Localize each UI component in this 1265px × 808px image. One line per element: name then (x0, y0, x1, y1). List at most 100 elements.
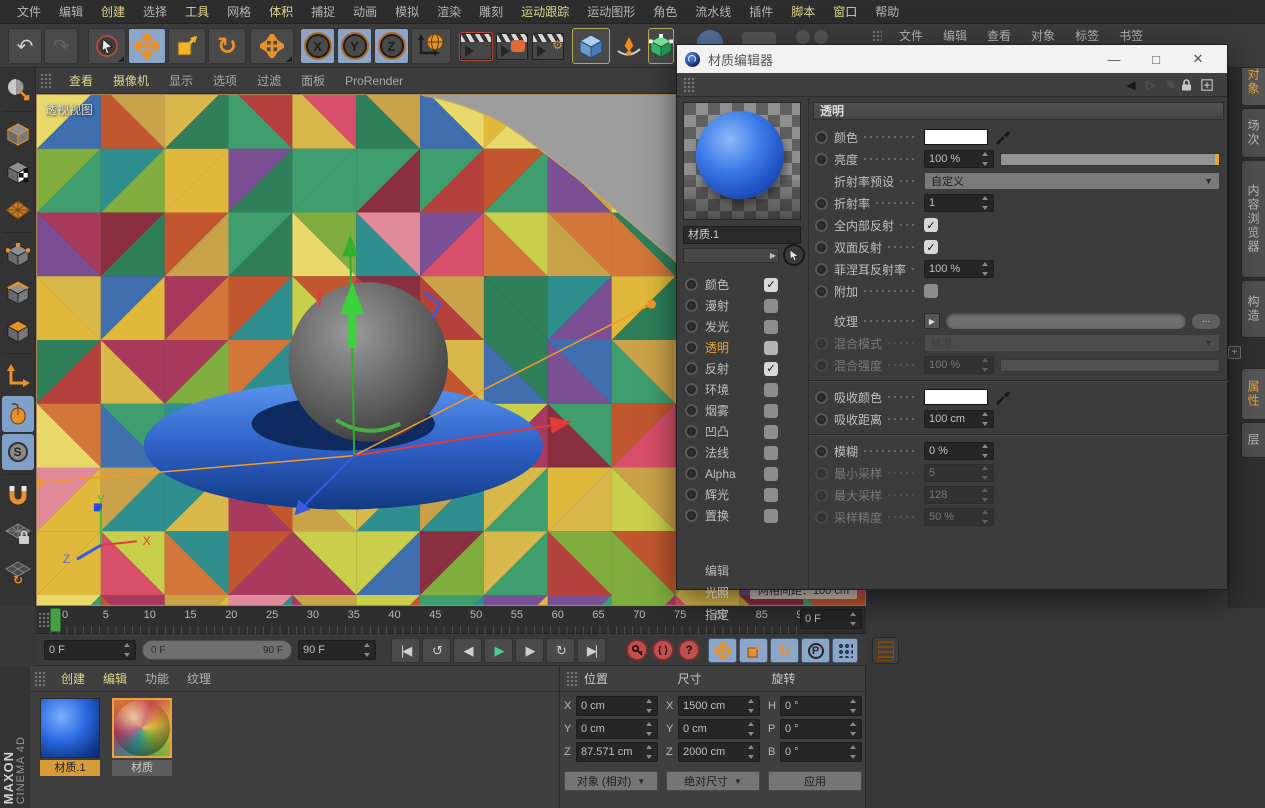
page-光照[interactable]: 光照 (677, 582, 809, 604)
menu-item-帮助[interactable]: 帮助 (866, 0, 908, 24)
color-swatch[interactable] (924, 389, 988, 405)
param-dropdown[interactable]: 自定义▼ (924, 172, 1220, 190)
animation-circle-icon[interactable] (815, 489, 828, 502)
tab-层[interactable]: 层 (1241, 422, 1265, 458)
menu-item-对象[interactable]: 对象 (1022, 28, 1064, 44)
menu-item-查看[interactable]: 查看 (60, 72, 102, 89)
close-button[interactable]: ✕ (1177, 47, 1219, 71)
channel-label[interactable]: 置换 (705, 507, 757, 524)
param-row-附加[interactable]: 附加 (809, 280, 1228, 302)
channel-row-辉光[interactable]: 辉光 (677, 484, 809, 505)
channel-label[interactable]: 颜色 (705, 276, 757, 293)
channel-checkbox[interactable] (764, 467, 778, 481)
tweak-mode-button[interactable] (2, 396, 34, 432)
channel-row-反射[interactable]: 反射✓ (677, 358, 809, 379)
animation-circle-icon[interactable] (815, 359, 828, 372)
coord-field-旋转-P[interactable]: 0 ° (780, 719, 862, 739)
maximize-button[interactable]: □ (1135, 47, 1177, 71)
param-spinner[interactable]: 5 (924, 464, 994, 482)
stepper-icon[interactable] (122, 643, 131, 657)
scale-tool-button[interactable] (168, 28, 206, 64)
param-spinner[interactable]: 0 % (924, 442, 994, 460)
menu-item-渲染[interactable]: 渲染 (428, 0, 470, 24)
texture-field[interactable] (946, 313, 1186, 329)
quantize-workplane-button[interactable]: ↻ (2, 555, 34, 591)
channel-label[interactable]: 烟雾 (705, 402, 757, 419)
param-dropdown[interactable]: 标准▼ (924, 334, 1220, 352)
menu-item-过滤[interactable]: 过滤 (248, 72, 290, 89)
y-axis-lock-button[interactable]: Y (337, 28, 372, 64)
menu-item-模拟[interactable]: 模拟 (386, 0, 428, 24)
forward-icon[interactable]: ▷ (1141, 78, 1161, 92)
channel-row-置换[interactable]: 置换 (677, 505, 809, 526)
add-spline-button[interactable] (612, 28, 646, 64)
preview-pick-button[interactable] (783, 244, 805, 266)
animation-circle-icon[interactable] (815, 445, 828, 458)
menu-item-创建[interactable]: 创建 (52, 667, 94, 691)
param-spinner[interactable]: 128 (924, 486, 994, 504)
coord-field-位置-Z[interactable]: 87.571 cm (576, 742, 658, 762)
tab-场次[interactable]: 场次 (1241, 108, 1265, 158)
stepper-icon[interactable] (848, 699, 857, 713)
menu-item-查看[interactable]: 查看 (978, 28, 1020, 44)
param-spinner[interactable]: 50 % (924, 508, 994, 526)
animation-circle-icon[interactable] (815, 467, 828, 480)
model-mode-button[interactable] (2, 116, 34, 152)
add-primitive-button[interactable] (572, 28, 610, 64)
channel-checkbox[interactable]: ✓ (764, 278, 778, 292)
menu-item-流水线[interactable]: 流水线 (686, 0, 740, 24)
stepper-icon[interactable] (644, 699, 653, 713)
channel-circle-icon[interactable] (685, 509, 698, 522)
handle-point[interactable] (647, 300, 656, 309)
param-row-纹理[interactable]: 纹理▶... (809, 310, 1228, 332)
tab-属性[interactable]: 属性 (1241, 368, 1265, 420)
eyedropper-icon[interactable] (994, 389, 1012, 405)
menu-item-运动跟踪[interactable]: 运动跟踪 (512, 0, 578, 24)
channel-circle-icon[interactable] (685, 404, 698, 417)
menu-item-ProRender[interactable]: ProRender (336, 74, 412, 88)
record-keyframe-button[interactable] (626, 639, 648, 661)
material-name-field[interactable]: 材质.1 (683, 226, 801, 244)
x-axis-lock-button[interactable]: X (300, 28, 335, 64)
material-name-label[interactable]: 材质.1 (40, 760, 100, 776)
channel-label[interactable]: 环境 (705, 381, 757, 398)
channel-label[interactable]: 法线 (705, 444, 757, 461)
channel-circle-icon[interactable] (685, 341, 698, 354)
channel-circle-icon[interactable] (685, 488, 698, 501)
coord-field-位置-Y[interactable]: 0 cm (576, 719, 658, 739)
key-rotation-toggle[interactable]: ↻ (770, 638, 799, 663)
channel-row-凹凸[interactable]: 凹凸 (677, 421, 809, 442)
animation-circle-icon[interactable] (815, 197, 828, 210)
panel-grip[interactable] (34, 671, 46, 687)
play-button[interactable]: ▶ (484, 638, 513, 663)
edges-mode-button[interactable] (2, 275, 34, 311)
channel-checkbox[interactable] (764, 383, 778, 397)
texture-browse-button[interactable]: ... (1192, 314, 1220, 329)
menu-item-雕刻[interactable]: 雕刻 (470, 0, 512, 24)
param-row-混合模式[interactable]: 混合模式标准▼ (809, 332, 1228, 354)
coord-field-旋转-B[interactable]: 0 ° (780, 742, 862, 762)
snap-button[interactable]: S (2, 434, 34, 470)
menu-item-文件[interactable]: 文件 (8, 0, 50, 24)
menu-item-标签[interactable]: 标签 (1066, 28, 1108, 44)
menu-item-工具[interactable]: 工具 (176, 0, 218, 24)
channel-checkbox[interactable] (764, 404, 778, 418)
stepper-icon[interactable] (362, 643, 371, 657)
animation-circle-icon[interactable] (815, 241, 828, 254)
channel-circle-icon[interactable] (685, 362, 698, 375)
stepper-icon[interactable] (980, 358, 989, 372)
param-slider[interactable] (1000, 359, 1220, 372)
menu-item-摄像机[interactable]: 摄像机 (104, 72, 158, 89)
expand-icon[interactable]: + (1228, 346, 1241, 359)
channel-checkbox[interactable] (764, 341, 778, 355)
channel-row-漫射[interactable]: 漫射 (677, 295, 809, 316)
param-row-混合强度[interactable]: 混合强度100 % (809, 354, 1228, 376)
autokey-button[interactable]: ( ) (652, 639, 674, 661)
channel-circle-icon[interactable] (685, 320, 698, 333)
param-spinner[interactable]: 100 cm (924, 410, 994, 428)
channel-checkbox[interactable] (764, 299, 778, 313)
page-编辑[interactable]: 编辑 (677, 560, 809, 582)
animation-circle-icon[interactable] (815, 131, 828, 144)
channel-circle-icon[interactable] (685, 446, 698, 459)
render-picture-viewer-button[interactable] (494, 28, 530, 64)
